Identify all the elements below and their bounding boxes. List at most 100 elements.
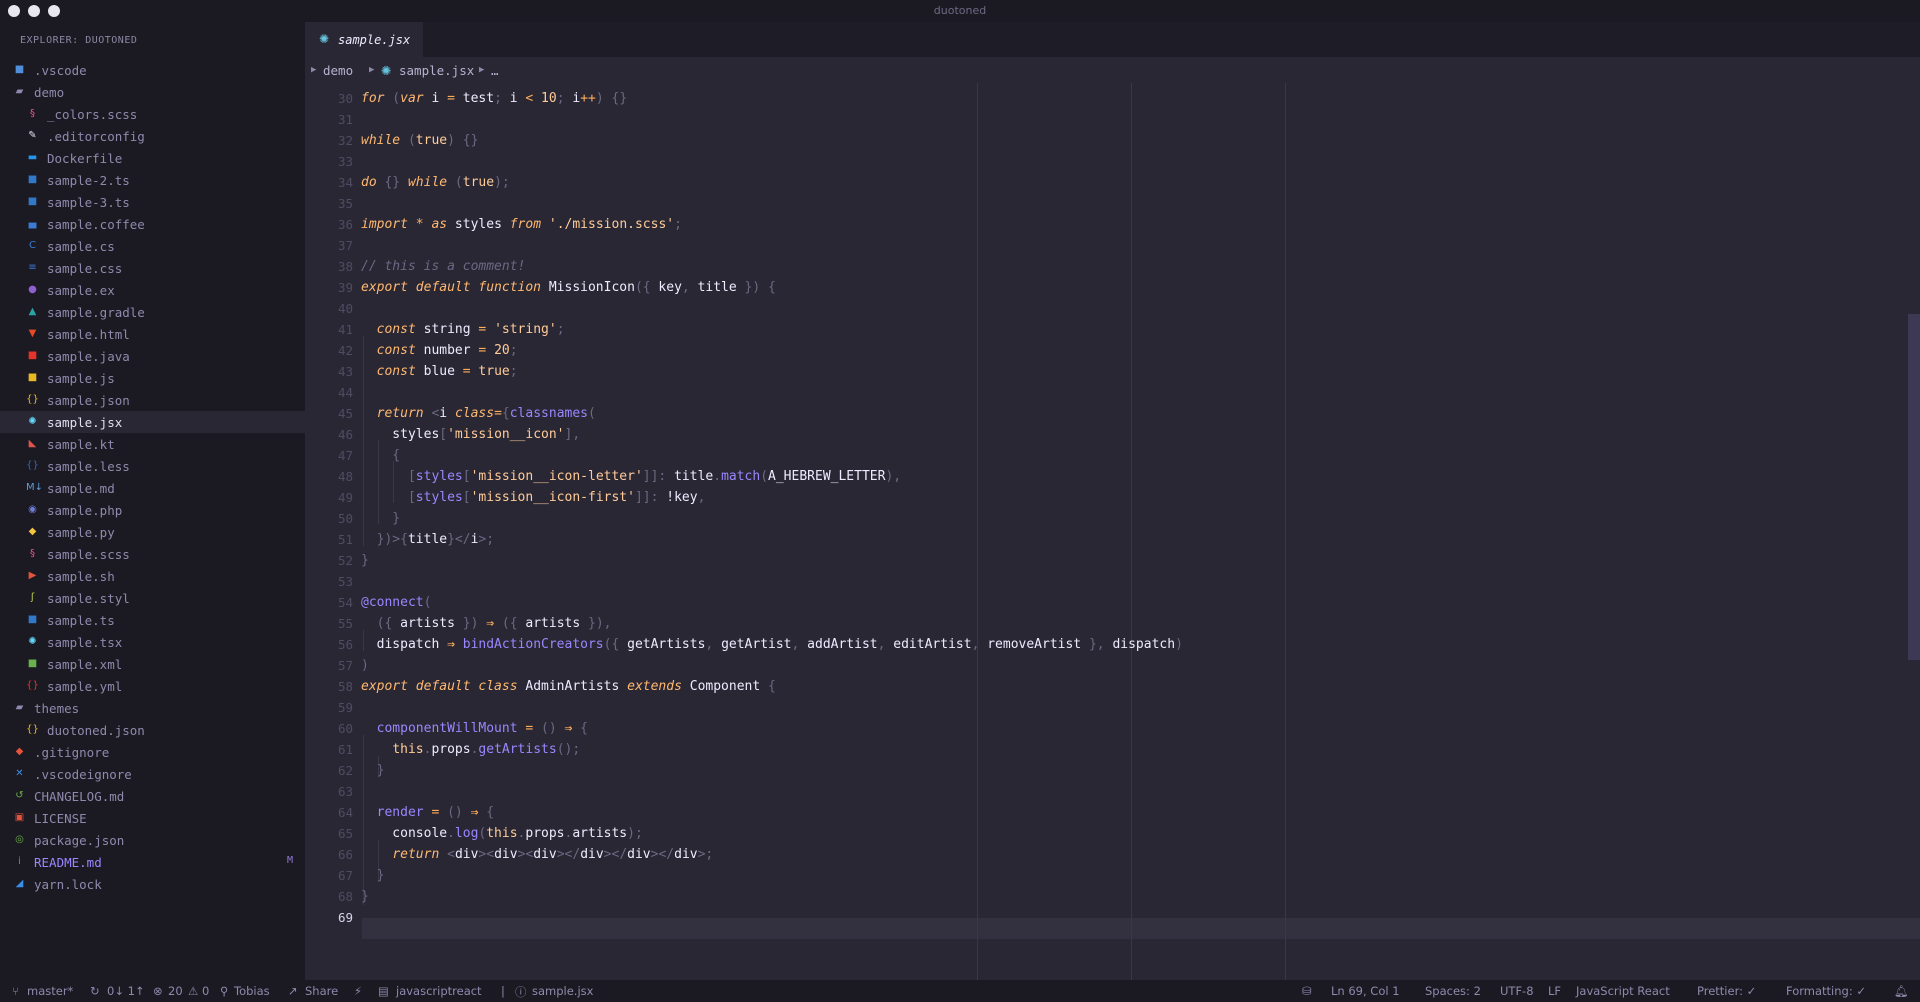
tree-item[interactable]: ▶ sample.sh xyxy=(0,565,305,587)
end-of-line[interactable]: LF xyxy=(1548,984,1561,998)
tree-item[interactable]: ▬ Dockerfile xyxy=(0,147,305,169)
database-icon[interactable]: ⛁ xyxy=(1302,984,1312,998)
tree-item[interactable]: ◣ sample.kt xyxy=(0,433,305,455)
code-line[interactable]: console.log(this.props.artists); xyxy=(361,823,643,844)
code-line[interactable]: @connect( xyxy=(361,592,431,613)
code-line[interactable]: do {} while (true); xyxy=(361,172,510,193)
tree-item[interactable]: {} sample.less xyxy=(0,455,305,477)
warning-count[interactable]: 0 xyxy=(202,984,209,998)
code-line[interactable]: this.props.getArtists(); xyxy=(361,739,580,760)
tab-sample-jsx[interactable]: ✺ sample.jsx xyxy=(305,22,423,57)
live-share-user[interactable]: Tobias xyxy=(234,984,270,998)
code-line[interactable]: const blue = true; xyxy=(361,361,518,382)
code-line[interactable]: // this is a comment! xyxy=(361,256,525,277)
tree-item[interactable]: ✺ sample.jsx xyxy=(0,411,305,433)
tree-item[interactable]: ◎ package.json xyxy=(0,829,305,851)
code-line[interactable]: ) xyxy=(361,655,369,676)
code-line[interactable]: export default function MissionIcon({ ke… xyxy=(361,277,776,298)
tree-item[interactable]: ▣ LICENSE xyxy=(0,807,305,829)
status-file-name[interactable]: sample.jsx xyxy=(532,984,593,998)
formatting-status[interactable]: Formatting: ✓ xyxy=(1786,984,1866,998)
breadcrumb-file[interactable]: sample.jsx xyxy=(399,63,474,78)
code-line[interactable]: styles['mission__icon'], xyxy=(361,424,580,445)
code-token: ; xyxy=(509,364,518,379)
code-line[interactable]: render = () ⇒ { xyxy=(361,802,494,823)
code-line[interactable]: } xyxy=(361,865,385,886)
code-line[interactable]: return <i class={classnames( xyxy=(361,403,596,424)
code-line[interactable]: for (var i = test; i < 10; i++) {} xyxy=(361,88,627,109)
code-line[interactable]: } xyxy=(361,550,369,571)
share-button[interactable]: Share xyxy=(305,984,338,998)
tree-item[interactable]: ◢ yarn.lock xyxy=(0,873,305,895)
code-line[interactable]: while (true) {} xyxy=(361,130,478,151)
code-line[interactable]: const number = 20; xyxy=(361,340,518,361)
tree-item[interactable]: ↺ CHANGELOG.md xyxy=(0,785,305,807)
tree-item[interactable]: ◆ .gitignore xyxy=(0,741,305,763)
code-token: }) { xyxy=(736,280,776,295)
tree-item[interactable]: ◆ sample.py xyxy=(0,521,305,543)
tree-item[interactable]: ▰ demo xyxy=(0,81,305,103)
code-token: as xyxy=(431,217,448,232)
code-line[interactable]: dispatch ⇒ bindActionCreators({ getArtis… xyxy=(361,634,1183,655)
cursor-position[interactable]: Ln 69, Col 1 xyxy=(1331,984,1400,998)
tree-item[interactable]: ▄ sample.coffee xyxy=(0,213,305,235)
error-count[interactable]: 20 xyxy=(168,984,183,998)
tree-item[interactable]: i README.md M xyxy=(0,851,305,873)
tree-item[interactable]: ▼ sample.html xyxy=(0,323,305,345)
code-token: , xyxy=(697,490,706,505)
encoding[interactable]: UTF-8 xyxy=(1500,984,1534,998)
tree-item-label: sample.sh xyxy=(47,569,115,584)
tree-item[interactable]: ▲ sample.gradle xyxy=(0,301,305,323)
tree-item[interactable]: M↓ sample.md xyxy=(0,477,305,499)
code-token: test xyxy=(454,91,495,106)
code-token: ({ xyxy=(494,616,526,631)
tree-item[interactable]: ■ sample.js xyxy=(0,367,305,389)
tree-item[interactable]: ▰ themes xyxy=(0,697,305,719)
sync-status[interactable]: 0↓ 1↑ xyxy=(107,984,145,998)
code-line[interactable]: componentWillMount = () ⇒ { xyxy=(361,718,588,739)
code-line[interactable]: return <div><div><div></div></div></div>… xyxy=(361,844,713,865)
tree-item[interactable]: ■ .vscode xyxy=(0,59,305,81)
tree-item[interactable]: ✎ .editorconfig xyxy=(0,125,305,147)
tree-item[interactable]: Csample.cs xyxy=(0,235,305,257)
tree-item[interactable]: ≡ sample.css xyxy=(0,257,305,279)
code-line[interactable]: const string = 'string'; xyxy=(361,319,565,340)
breadcrumb-more[interactable]: … xyxy=(491,63,499,78)
tree-item[interactable]: § sample.scss xyxy=(0,543,305,565)
code-line[interactable]: { xyxy=(361,445,400,466)
tree-item[interactable]: ʃ sample.styl xyxy=(0,587,305,609)
lightning-icon[interactable]: ⚡ xyxy=(354,984,362,998)
tree-item[interactable]: {} sample.yml xyxy=(0,675,305,697)
tree-item[interactable]: {} sample.json xyxy=(0,389,305,411)
vertical-scrollbar-thumb[interactable] xyxy=(1908,314,1920,660)
code-line[interactable]: } xyxy=(361,760,385,781)
language-mode[interactable]: JavaScript React xyxy=(1576,984,1670,998)
code-token: div xyxy=(533,847,557,862)
tree-item[interactable]: ■ sample.ts xyxy=(0,609,305,631)
prettier-status[interactable]: Prettier: ✓ xyxy=(1697,984,1756,998)
tree-item[interactable]: ■ sample-3.ts xyxy=(0,191,305,213)
tree-item[interactable]: {} duotoned.json xyxy=(0,719,305,741)
code-line[interactable]: } xyxy=(361,886,369,907)
code-line[interactable]: [styles['mission__icon-first']]: !key, xyxy=(361,487,705,508)
language-mode-left[interactable]: javascriptreact xyxy=(396,984,482,998)
code-line[interactable]: export default class AdminArtists extend… xyxy=(361,676,776,697)
code-line[interactable]: })>{title}</i>; xyxy=(361,529,494,550)
indentation[interactable]: Spaces: 2 xyxy=(1425,984,1481,998)
tree-item[interactable]: ✺ sample.tsx xyxy=(0,631,305,653)
bell-icon[interactable]: 🔔︎ xyxy=(1894,984,1909,998)
breadcrumb-folder[interactable]: demo xyxy=(323,63,353,78)
code-line[interactable]: import * as styles from './mission.scss'… xyxy=(361,214,682,235)
tree-item[interactable]: ■ sample-2.ts xyxy=(0,169,305,191)
code-line[interactable]: } xyxy=(361,508,400,529)
tree-item[interactable]: ◉ sample.php xyxy=(0,499,305,521)
tree-item[interactable]: § _colors.scss xyxy=(0,103,305,125)
tree-item[interactable]: ■ sample.java xyxy=(0,345,305,367)
tree-item[interactable]: ■ sample.xml xyxy=(0,653,305,675)
code-line[interactable]: ({ artists }) ⇒ ({ artists }), xyxy=(361,613,612,634)
code-line[interactable]: [styles['mission__icon-letter']]: title.… xyxy=(361,466,901,487)
tree-item[interactable]: ● sample.ex xyxy=(0,279,305,301)
git-branch[interactable]: master* xyxy=(27,984,73,998)
tree-item[interactable]: ✕ .vscodeignore xyxy=(0,763,305,785)
